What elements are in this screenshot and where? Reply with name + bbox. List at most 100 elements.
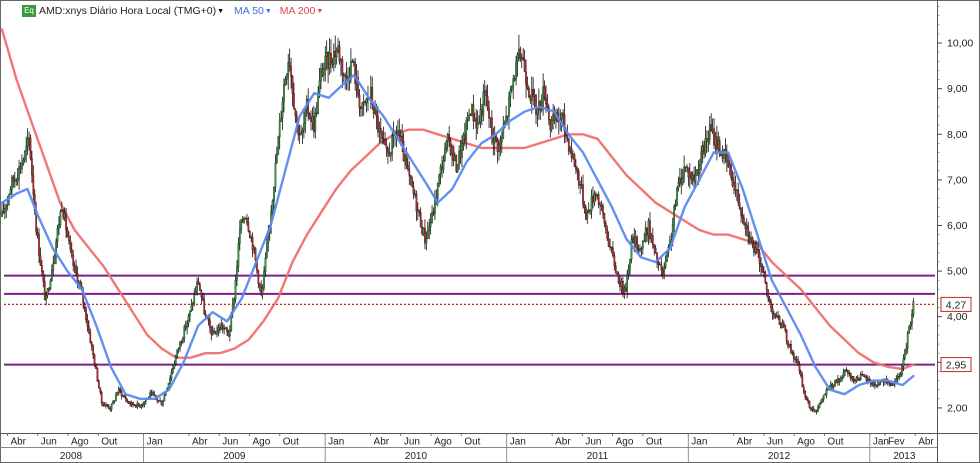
candle-body-633	[902, 358, 905, 367]
candle-body-167	[238, 229, 241, 244]
candle-body-9	[13, 179, 16, 182]
y-tick-label-3: 5,00	[947, 266, 968, 278]
candle-body-27	[39, 255, 42, 266]
candle-body-226	[322, 68, 325, 76]
candle-body-149	[213, 330, 216, 334]
candle-body-227	[324, 56, 327, 69]
month-label-4: Jan	[147, 437, 163, 448]
candle-body-246	[351, 61, 354, 63]
candle-body-280	[399, 135, 402, 137]
candle-body-321	[458, 150, 460, 165]
candle-body-525	[748, 236, 751, 243]
month-label-20: Abr	[737, 437, 753, 448]
candle-body-118	[169, 378, 171, 384]
candle-body-592	[844, 369, 846, 372]
candle-body-545	[777, 315, 779, 317]
month-label-14: Jan	[510, 437, 526, 448]
candle-body-444	[633, 236, 636, 244]
candle-body-549	[782, 322, 785, 326]
candle-body-630	[898, 375, 901, 378]
candle-body-142	[203, 299, 206, 315]
candle-body-136	[194, 291, 197, 295]
candle-body-120	[172, 368, 174, 373]
candle-body-155	[221, 324, 224, 330]
candle-body-425	[606, 229, 609, 240]
candle-body-451	[643, 240, 646, 242]
candle-body-123	[176, 349, 179, 357]
candle-body-223	[318, 80, 321, 94]
candle-body-637	[908, 326, 910, 334]
candle-body-73	[105, 404, 107, 406]
candle-body-196	[280, 118, 282, 122]
candle-body-356	[508, 96, 510, 117]
candle-body-254	[362, 101, 365, 103]
candle-body-43	[62, 210, 65, 218]
candle-body-427	[609, 246, 611, 248]
candle-body-52	[75, 265, 77, 274]
candle-body-415	[592, 196, 594, 203]
candle-body-542	[772, 313, 775, 316]
candle-body-121	[173, 363, 176, 369]
candle-body-547	[780, 324, 782, 329]
candle-body-328	[468, 114, 470, 121]
candle-body-89	[127, 401, 130, 404]
candle-body-473	[674, 205, 677, 207]
candle-body-181	[258, 283, 261, 287]
candle-body-222	[317, 92, 319, 114]
price-chart[interactable]: 2,003,004,005,006,007,008,009,0010,004,2…	[0, 0, 980, 463]
month-label-3: Out	[101, 437, 117, 448]
candle-body-597	[851, 376, 854, 379]
candle-body-340	[485, 90, 488, 97]
candle-body-59	[85, 307, 87, 320]
candle-body-238	[340, 59, 342, 62]
candle-body-605	[862, 374, 865, 377]
candle-body-365	[520, 57, 523, 60]
candle-body-624	[889, 382, 892, 385]
candle-body-513	[731, 177, 734, 186]
candle-body-212	[303, 123, 305, 131]
candle-body-17	[25, 146, 28, 152]
candle-body-180	[257, 270, 260, 284]
candle-body-2	[3, 208, 6, 213]
candle-body-323	[461, 143, 463, 158]
candle-body-33	[48, 288, 50, 290]
candle-body-611	[871, 383, 873, 386]
candle-body-532	[758, 252, 761, 264]
candle-body-76	[109, 408, 112, 410]
candle-body-85	[122, 395, 124, 397]
candle-body-39	[56, 228, 59, 242]
candle-body-399	[569, 148, 572, 152]
candle-body-512	[730, 163, 732, 178]
candle-body-303	[432, 211, 435, 215]
candle-body-176	[251, 237, 254, 251]
candle-body-319	[455, 155, 458, 172]
candle-body-543	[774, 314, 777, 318]
candle-body-361	[515, 61, 517, 81]
candle-body-417	[594, 193, 597, 197]
candle-body-45	[65, 212, 67, 231]
year-label-2: 2010	[405, 451, 428, 462]
candle-body-566	[807, 399, 809, 402]
candle-body-126	[180, 341, 183, 343]
candle-body-158	[226, 327, 228, 332]
candle-body-290	[414, 193, 416, 195]
candle-body-548	[781, 322, 784, 329]
candle-body-284	[405, 154, 408, 166]
candle-body-408	[582, 184, 584, 205]
candle-body-466	[664, 260, 667, 268]
candle-body-165	[236, 266, 238, 281]
candle-body-354	[505, 115, 507, 124]
candle-body-230	[328, 52, 331, 69]
candle-body-205	[293, 93, 295, 110]
candle-body-12	[18, 166, 20, 180]
candle-body-68	[97, 380, 100, 388]
candle-body-612	[872, 382, 875, 386]
candle-body-331	[472, 104, 475, 121]
candle-body-436	[622, 280, 624, 294]
candle-body-553	[788, 344, 791, 347]
candle-body-32	[46, 288, 49, 296]
candle-body-386	[550, 120, 553, 130]
candle-body-200	[285, 74, 288, 80]
candle-body-107	[153, 394, 156, 396]
candle-body-231	[330, 52, 332, 63]
